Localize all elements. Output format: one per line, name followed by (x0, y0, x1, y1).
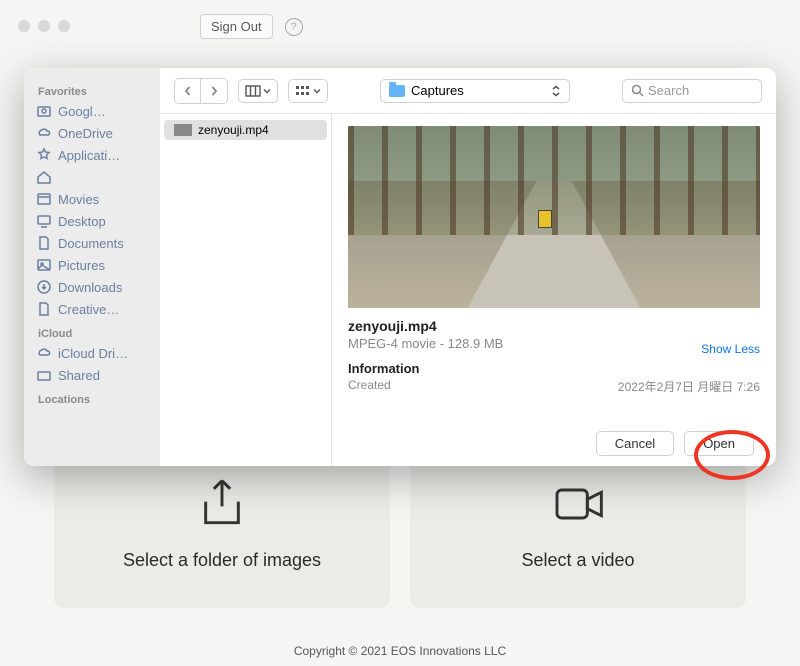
footer-copyright: Copyright © 2021 EOS Innovations LLC (0, 644, 800, 658)
updown-icon (551, 85, 561, 97)
sidebar-item-creative[interactable]: Creative… (24, 298, 160, 320)
search-placeholder: Search (648, 83, 689, 98)
sidebar-item-downloads[interactable]: Downloads (24, 276, 160, 298)
view-columns-button[interactable] (238, 79, 278, 103)
file-open-dialog: Favorites Googl… OneDrive Applicati… Mov… (24, 68, 776, 466)
sidebar-item-onedrive[interactable]: OneDrive (24, 122, 160, 144)
sidebar-item-shared[interactable]: Shared (24, 364, 160, 386)
sidebar-item-google[interactable]: Googl… (24, 100, 160, 122)
dialog-toolbar: Captures Search (160, 68, 776, 114)
folder-name: Captures (411, 83, 464, 98)
minimize-dot[interactable] (38, 20, 50, 32)
created-value: 2022年2月7日 月曜日 7:26 (618, 378, 760, 395)
back-button[interactable] (175, 79, 201, 103)
preview-subtitle: MPEG-4 movie - 128.9 MB (348, 336, 760, 351)
cancel-button[interactable]: Cancel (596, 431, 674, 456)
file-list: zenyouji.mp4 (160, 114, 332, 466)
close-dot[interactable] (18, 20, 30, 32)
sidebar-header-icloud: iCloud (24, 320, 160, 342)
search-input[interactable]: Search (622, 79, 762, 103)
video-thumb-icon (174, 124, 192, 136)
sidebar-item-pictures[interactable]: Pictures (24, 254, 160, 276)
preview-thumbnail (348, 126, 760, 308)
file-name: zenyouji.mp4 (198, 123, 269, 137)
video-icon (550, 476, 606, 532)
help-icon[interactable]: ? (285, 18, 303, 36)
select-folder-label: Select a folder of images (123, 550, 321, 571)
sidebar-header-locations: Locations (24, 386, 160, 408)
preview-title: zenyouji.mp4 (348, 318, 760, 334)
sidebar: Favorites Googl… OneDrive Applicati… Mov… (24, 68, 160, 466)
sign-out-button[interactable]: Sign Out (200, 14, 273, 39)
sidebar-item-desktop[interactable]: Desktop (24, 210, 160, 232)
open-button[interactable]: Open (684, 431, 754, 456)
sidebar-item-movies[interactable]: Movies (24, 188, 160, 210)
search-icon (631, 84, 644, 97)
select-video-label: Select a video (521, 550, 634, 571)
sidebar-item-documents[interactable]: Documents (24, 232, 160, 254)
preview-pane: zenyouji.mp4 MPEG-4 movie - 128.9 MB Sho… (332, 114, 776, 466)
chevron-down-icon (313, 87, 321, 95)
nav-buttons (174, 78, 228, 104)
export-icon (194, 476, 250, 532)
window-traffic-lights (18, 20, 70, 32)
file-row[interactable]: zenyouji.mp4 (164, 120, 327, 140)
preview-info-header: Information (348, 361, 760, 376)
zoom-dot[interactable] (58, 20, 70, 32)
view-grid-button[interactable] (288, 79, 328, 103)
sidebar-item-applications[interactable]: Applicati… (24, 144, 160, 166)
created-label: Created (348, 378, 391, 395)
forward-button[interactable] (201, 79, 227, 103)
sidebar-item-home[interactable] (24, 166, 160, 188)
sidebar-header-favorites: Favorites (24, 78, 160, 100)
chevron-down-icon (263, 87, 271, 95)
folder-icon (389, 85, 405, 97)
sidebar-item-icloud-drive[interactable]: iCloud Dri… (24, 342, 160, 364)
show-less-link[interactable]: Show Less (701, 342, 760, 356)
folder-dropdown[interactable]: Captures (380, 79, 570, 103)
